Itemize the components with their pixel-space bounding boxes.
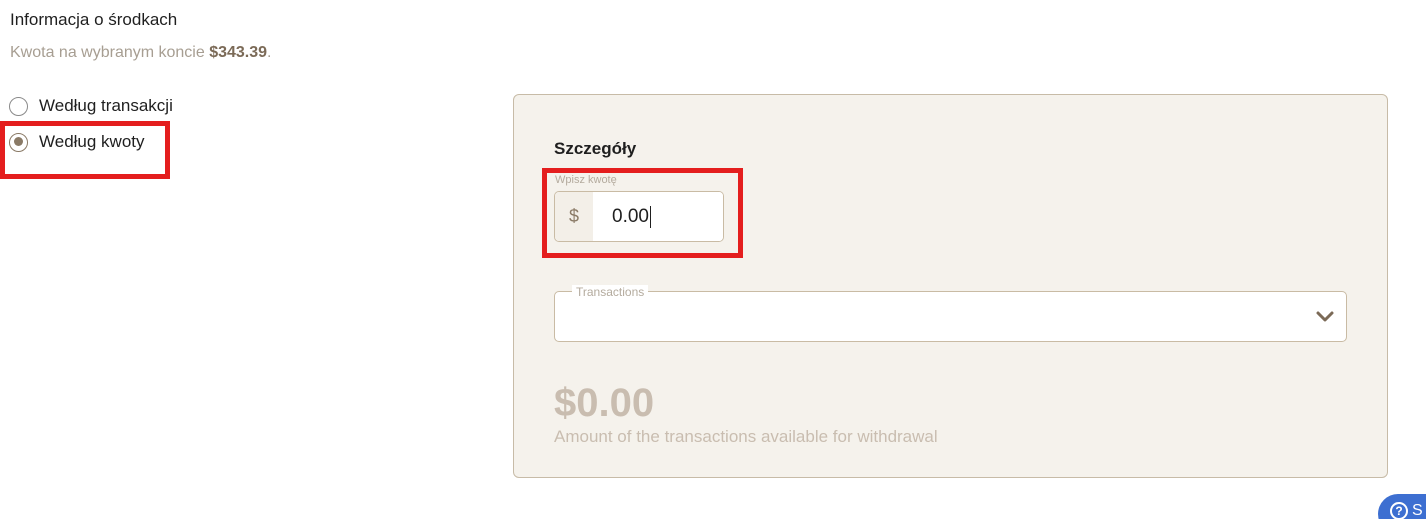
amount-field-label: Wpisz kwotę [555,174,617,186]
help-button-label: S [1412,502,1423,519]
available-caption: Amount of the transactions available for… [554,427,938,446]
radio-label-by-transaction: Według transakcji [39,96,173,115]
radio-checked-icon[interactable] [9,132,28,152]
amount-value: 0.00 [612,205,649,227]
section-title: Informacja o środkach [10,10,178,29]
available-amount: $0.00 [554,381,655,425]
balance-line: Kwota na wybranym koncie $343.39. [10,44,272,62]
text-caret [649,205,651,228]
radio-by-transaction[interactable]: Według transakcji [9,96,173,116]
radio-unchecked-icon[interactable] [9,96,28,116]
amount-input-group[interactable]: $ 0.00 [554,191,724,242]
transactions-select-label: Transactions [572,285,649,299]
radio-by-amount[interactable]: Według kwoty [9,132,145,152]
balance-suffix: . [267,44,272,61]
balance-amount: $343.39 [209,44,268,61]
help-button[interactable]: ? S [1378,494,1426,519]
balance-prefix: Kwota na wybranym koncie [10,44,210,61]
amount-input[interactable]: 0.00 [593,192,723,241]
transactions-select[interactable] [554,291,1347,342]
question-circle-icon: ? [1390,502,1408,519]
chevron-down-icon [1316,311,1334,322]
radio-label-by-amount: Według kwoty [39,132,145,151]
currency-prefix: $ [555,192,593,241]
details-title: Szczegóły [554,139,637,158]
